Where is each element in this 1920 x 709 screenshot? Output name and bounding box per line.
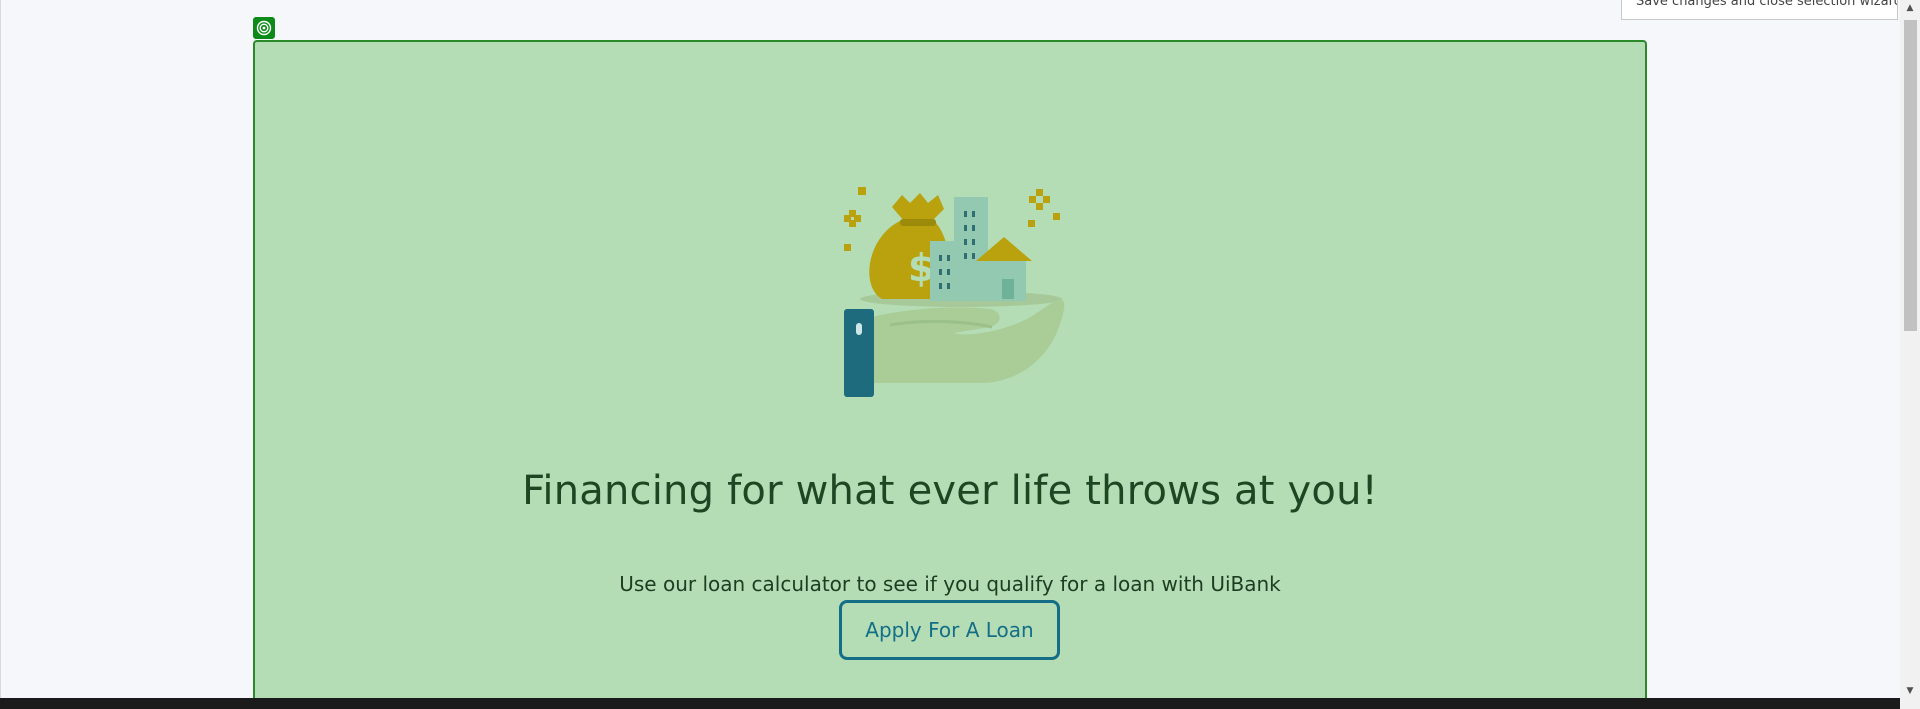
footer-strip: [0, 698, 1900, 709]
selection-marker[interactable]: [253, 17, 275, 39]
hero-subtext: Use our loan calculator to see if you qu…: [619, 572, 1281, 596]
page: $ Financing for what ever life throws at…: [0, 0, 1920, 709]
scroll-up-arrow-icon[interactable]: ▲: [1900, 0, 1920, 17]
page-left-edge: [0, 0, 1, 709]
scrollbar-thumb[interactable]: [1904, 20, 1917, 331]
selection-wizard-tooltip: Save changes and close selection wizard.: [1621, 0, 1898, 20]
hand-holding-money-bag-and-buildings-icon: $: [844, 187, 1065, 397]
hero-section: $ Financing for what ever life throws at…: [253, 40, 1647, 709]
scroll-down-arrow-icon[interactable]: ▼: [1900, 683, 1920, 700]
apply-for-loan-button[interactable]: Apply For A Loan: [839, 600, 1060, 660]
hero-headline: Financing for what ever life throws at y…: [522, 468, 1378, 514]
vertical-scrollbar[interactable]: ▲ ▼: [1900, 0, 1920, 709]
target-icon: [256, 20, 272, 36]
